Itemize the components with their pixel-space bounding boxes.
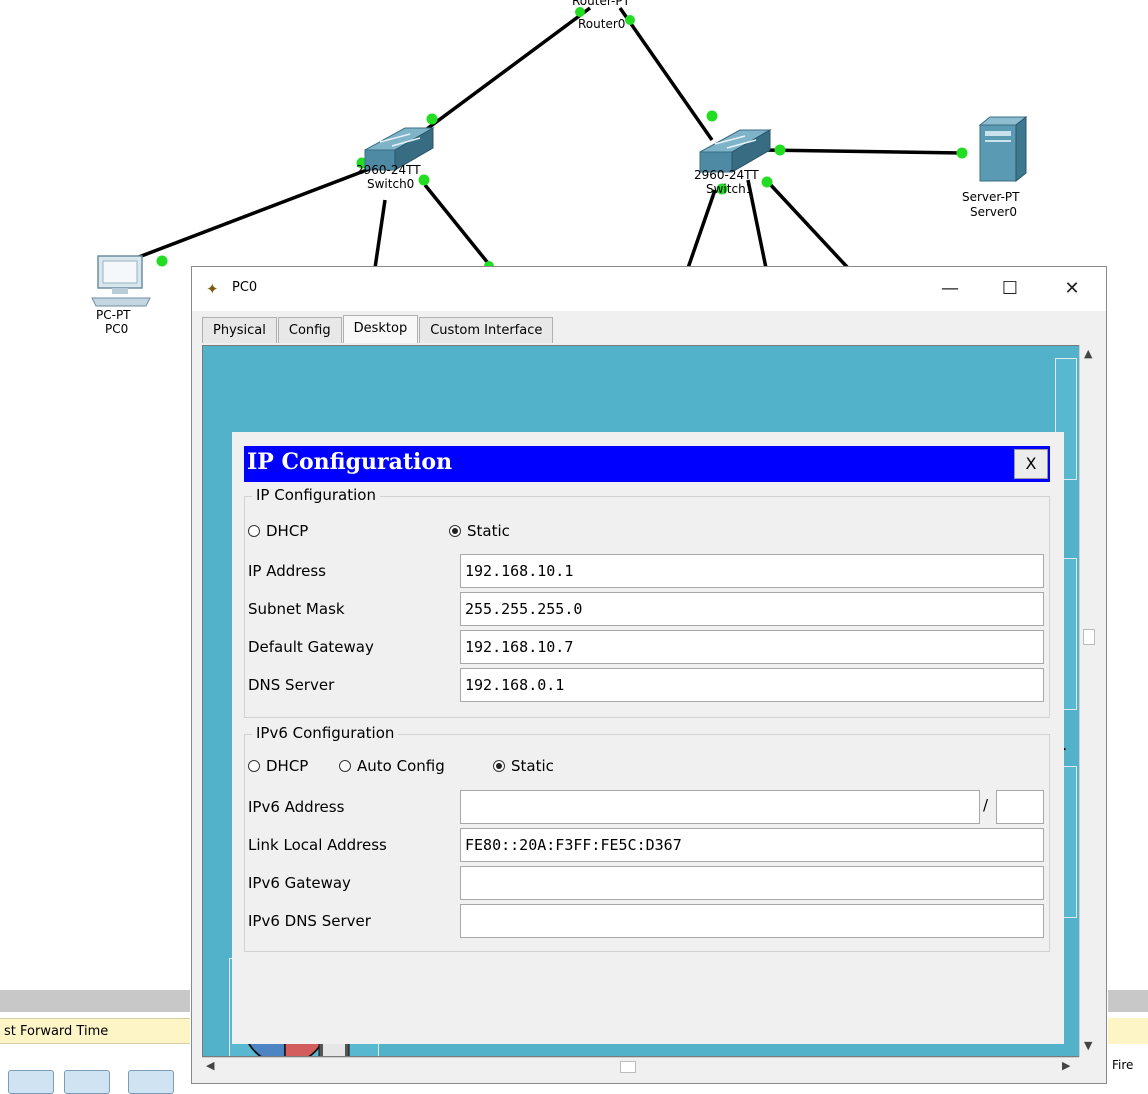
dns-server-field[interactable]: 192.168.0.1 <box>460 668 1044 702</box>
ip-address-field[interactable]: 192.168.10.1 <box>460 554 1044 588</box>
ipv6-prefix-slash: / <box>983 796 989 814</box>
pc0-name-label: PC0 <box>105 322 129 336</box>
ipv6-static-label: Static <box>511 757 554 775</box>
forward-time-button[interactable]: st Forward Time <box>0 1018 190 1044</box>
ipv6-dhcp-radio[interactable]: DHCP <box>248 757 308 775</box>
tab-custom-interface[interactable]: Custom Interface <box>419 317 554 343</box>
router-name-label: Router0 <box>578 17 626 31</box>
window-title: PC0 <box>232 280 258 295</box>
switch0-name-label: Switch0 <box>367 177 415 191</box>
link-local-address-label: Link Local Address <box>248 836 387 854</box>
pc0-model-label: PC-PT <box>96 308 131 322</box>
radio-circle <box>339 760 351 772</box>
ipv6-dhcp-label: DHCP <box>266 757 309 775</box>
radio-circle-selected <box>493 760 505 772</box>
minimize-button[interactable]: — <box>928 275 972 303</box>
ipv4-group-legend: IP Configuration <box>252 486 380 504</box>
ipv4-static-radio[interactable]: Static <box>449 522 510 540</box>
ip-address-label: IP Address <box>248 562 326 580</box>
bottom-toolbar <box>0 990 190 1012</box>
pc0-icon[interactable] <box>91 255 151 307</box>
tab-config[interactable]: Config <box>277 317 342 343</box>
scroll-right-icon[interactable]: ▶ <box>1062 1059 1070 1072</box>
server0-icon[interactable] <box>978 115 1028 183</box>
device-tray-icon[interactable] <box>8 1070 54 1094</box>
scroll-left-icon[interactable]: ◀ <box>206 1059 214 1072</box>
ipv6-prefix-field[interactable] <box>996 790 1044 824</box>
link-local-address-field[interactable]: FE80::20A:F3FF:FE5C:D367 <box>460 828 1044 862</box>
ip-configuration-panel: IP Configuration X IP Configuration DHCP… <box>232 432 1064 1044</box>
default-gateway-label: Default Gateway <box>248 638 374 656</box>
vertical-scrollbar[interactable]: ▲ ▼ <box>1079 345 1096 1057</box>
maximize-button[interactable]: ☐ <box>988 275 1032 303</box>
close-button[interactable]: ✕ <box>1050 275 1094 303</box>
ip-config-title: IP Configuration <box>247 449 453 475</box>
ip-config-close-button[interactable]: X <box>1014 449 1048 479</box>
ip-config-header: IP Configuration X <box>244 446 1050 482</box>
packet-tracer-icon: ✦ <box>206 280 219 298</box>
desktop-area: r or l IP Configuration X IP Configurati… <box>202 345 1082 1057</box>
switch1-name-label: Switch1 <box>706 182 754 196</box>
ipv6-address-label: IPv6 Address <box>248 798 345 816</box>
ipv6-dns-server-field[interactable] <box>460 904 1044 938</box>
ipv4-dhcp-radio[interactable]: DHCP <box>248 522 308 540</box>
device-tray-icon[interactable] <box>64 1070 110 1094</box>
radio-circle <box>248 525 260 537</box>
tab-desktop[interactable]: Desktop <box>342 315 419 343</box>
switch0-model-label: 2960-24TT <box>356 163 421 177</box>
ipv6-gateway-field[interactable] <box>460 866 1044 900</box>
ipv6-gateway-label: IPv6 Gateway <box>248 874 351 892</box>
window-titlebar[interactable]: ✦ PC0 — ☐ ✕ <box>192 267 1106 311</box>
pc0-window: ✦ PC0 — ☐ ✕ Physical Config Desktop Cust… <box>191 266 1107 1084</box>
tab-bar: Physical Config Desktop Custom Interface <box>202 315 554 343</box>
ipv6-address-field[interactable] <box>460 790 980 824</box>
scroll-down-icon[interactable]: ▼ <box>1084 1039 1092 1052</box>
default-gateway-field[interactable]: 192.168.10.7 <box>460 630 1044 664</box>
radio-circle-selected <box>449 525 461 537</box>
ipv4-dhcp-label: DHCP <box>266 522 309 540</box>
router-model-label: Router-PT <box>572 0 630 8</box>
switch1-model-label: 2960-24TT <box>694 168 759 182</box>
subnet-mask-label: Subnet Mask <box>248 600 345 618</box>
device-tray-icon[interactable] <box>128 1070 174 1094</box>
fire-label[interactable]: Fire <box>1112 1058 1133 1072</box>
dns-server-label: DNS Server <box>248 676 335 694</box>
horizontal-scrollbar[interactable]: ◀ ▶ <box>202 1057 1079 1075</box>
ipv4-static-label: Static <box>467 522 510 540</box>
tab-physical[interactable]: Physical <box>202 317 277 343</box>
ipv6-dns-server-label: IPv6 DNS Server <box>248 912 371 930</box>
server0-name-label: Server0 <box>970 205 1017 219</box>
ipv6-static-radio[interactable]: Static <box>493 757 554 775</box>
ipv6-group-legend: IPv6 Configuration <box>252 724 399 742</box>
subnet-mask-field[interactable]: 255.255.255.0 <box>460 592 1044 626</box>
link-lights <box>156 7 968 271</box>
ipv6-auto-config-label: Auto Config <box>357 757 445 775</box>
vertical-scroll-thumb[interactable] <box>1083 629 1095 645</box>
ipv6-auto-config-radio[interactable]: Auto Config <box>339 757 445 775</box>
network-links <box>109 6 963 270</box>
radio-circle <box>248 760 260 772</box>
bottom-bar-right <box>1108 1018 1148 1044</box>
horizontal-scroll-thumb[interactable] <box>620 1061 636 1073</box>
server0-model-label: Server-PT <box>962 190 1020 204</box>
scroll-up-icon[interactable]: ▲ <box>1084 347 1092 360</box>
bottom-toolbar-right <box>1108 990 1148 1012</box>
